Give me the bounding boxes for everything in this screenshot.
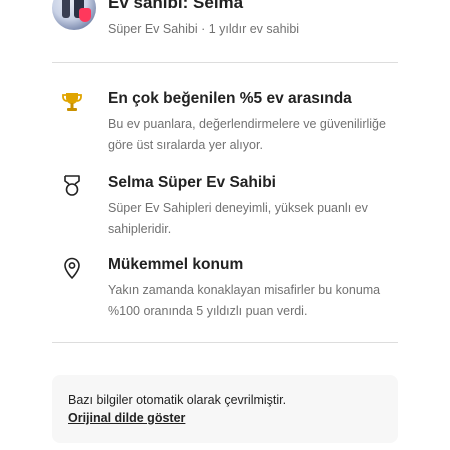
- highlight-description: Bu ev puanlara, değerlendirmelere ve güv…: [108, 117, 386, 152]
- divider: [52, 62, 398, 63]
- highlight-title: En çok beğenilen %5 ev arasında: [108, 90, 352, 107]
- host-name: Ev sahibi: Selma: [108, 0, 244, 12]
- location-pin-icon: [60, 256, 84, 280]
- highlight-description: Süper Ev Sahipleri deneyimli, yüksek pua…: [108, 201, 368, 236]
- highlight-title: Selma Süper Ev Sahibi: [108, 174, 276, 191]
- host-avatar[interactable]: [52, 0, 96, 30]
- translation-note: Bazı bilgiler otomatik olarak çevrilmişt…: [52, 375, 398, 443]
- listing-host-section: Ev sahibi: Selma Süper Ev Sahibi · 1 yıl…: [0, 0, 450, 450]
- host-header[interactable]: Ev sahibi: Selma Süper Ev Sahibi · 1 yıl…: [52, 0, 398, 62]
- show-original-language-link[interactable]: Orijinal dilde göster: [68, 411, 185, 425]
- host-subtitle: Süper Ev Sahibi · 1 yıldır ev sahibi: [108, 22, 300, 36]
- translation-note-text: Bazı bilgiler otomatik olarak çevrilmişt…: [68, 393, 287, 407]
- superhost-medal-icon: [60, 174, 84, 198]
- highlight-description: Yakın zamanda konaklayan misafirler bu k…: [108, 283, 381, 318]
- divider: [52, 342, 398, 343]
- superhost-badge-icon: [79, 8, 91, 22]
- highlight-title: Mükemmel konum: [108, 256, 244, 273]
- avatar-figure: [62, 0, 70, 18]
- trophy-icon: [60, 90, 84, 114]
